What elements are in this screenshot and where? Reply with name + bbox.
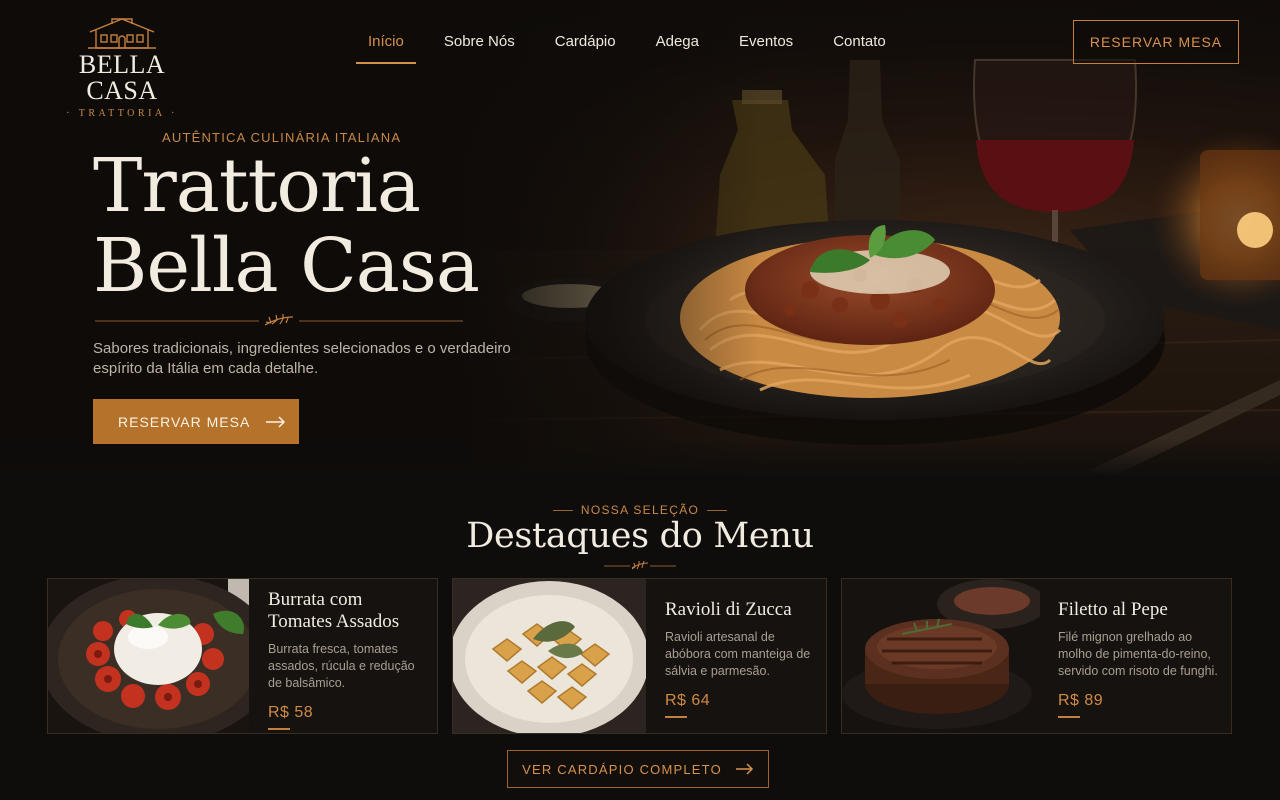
featured-eyebrow: NOSSA SELEÇÃO xyxy=(0,503,1280,517)
dish-photo-burrata xyxy=(48,579,249,733)
nav-item-eventos[interactable]: Eventos xyxy=(727,22,805,64)
menu-card-burrata[interactable]: Burrata com Tomates Assados Burrata fres… xyxy=(47,578,438,734)
card-description: Burrata fresca, tomates assados, rúcula … xyxy=(268,642,415,690)
header-reserve-button[interactable]: RESERVAR MESA xyxy=(1073,20,1239,64)
card-name: Ravioli di Zucca xyxy=(665,599,792,620)
hero-description: Sabores tradicionais, ingredientes selec… xyxy=(93,340,511,377)
nav-item-adega[interactable]: Adega xyxy=(644,22,711,64)
card-description: Filé mignon grelhado ao molho de pimenta… xyxy=(1058,630,1218,678)
dish-photo-filetto xyxy=(842,579,1040,733)
brand-logo[interactable]: BELLA CASA · TRATTORIA · xyxy=(46,16,198,119)
house-logo-icon xyxy=(88,18,156,49)
hero-title: Trattoria Bella Casa xyxy=(93,143,480,309)
nav-item-contato[interactable]: Contato xyxy=(821,22,898,64)
hero-bottom-fade xyxy=(0,438,1280,478)
nav-item-sobre-nos[interactable]: Sobre Nós xyxy=(432,22,527,64)
eyebrow-dash-right xyxy=(707,510,728,512)
card-price-rule xyxy=(268,728,290,730)
card-text-ravioli: Ravioli di Zucca Ravioli artesanal de ab… xyxy=(665,599,820,718)
main-nav: Início Sobre Nós Cardápio Adega Eventos … xyxy=(356,22,914,66)
card-price-rule xyxy=(1058,716,1080,718)
nav-item-cardapio[interactable]: Cardápio xyxy=(543,22,628,64)
brand-subtitle: · TRATTORIA · xyxy=(66,108,178,119)
card-name: Burrata com Tomates Assados xyxy=(268,589,400,632)
card-price: R$ 58 xyxy=(268,704,314,721)
card-description: Ravioli artesanal de abóbora com manteig… xyxy=(665,630,811,678)
card-text-filetto: Filetto al Pepe Filé mignon grelhado ao … xyxy=(1058,599,1223,718)
card-text-burrata: Burrata com Tomates Assados Burrata fres… xyxy=(268,589,428,730)
dish-photo-ravioli xyxy=(453,579,646,733)
card-name: Filetto al Pepe xyxy=(1058,599,1168,620)
menu-card-filetto[interactable]: Filetto al Pepe Filé mignon grelhado ao … xyxy=(841,578,1232,734)
arrow-right-icon xyxy=(735,763,753,775)
leaf-ornament-icon xyxy=(95,314,463,326)
menu-card-ravioli[interactable]: Ravioli di Zucca Ravioli artesanal de ab… xyxy=(452,578,827,734)
leaf-ornament-icon xyxy=(604,560,676,570)
hero-title-line-1: Trattoria xyxy=(93,143,421,229)
card-price: R$ 89 xyxy=(1058,692,1104,709)
nav-item-inicio[interactable]: Início xyxy=(356,22,416,64)
card-price-rule xyxy=(665,716,687,718)
brand-name: BELLA CASA xyxy=(78,50,166,105)
hero-title-line-2: Bella Casa xyxy=(93,223,480,309)
arrow-right-icon xyxy=(266,415,286,428)
featured-eyebrow-text: NOSSA SELEÇÃO xyxy=(580,503,700,517)
eyebrow-dash-left xyxy=(552,510,573,512)
card-price: R$ 64 xyxy=(665,692,711,709)
full-menu-button[interactable]: VER CARDÁPIO COMPLETO xyxy=(507,750,769,788)
hero-reserve-button[interactable]: RESERVAR MESA xyxy=(93,399,299,444)
hero-reserve-label: RESERVAR MESA xyxy=(118,413,251,430)
full-menu-label: VER CARDÁPIO COMPLETO xyxy=(522,761,722,777)
featured-title: Destaques do Menu xyxy=(466,516,814,556)
